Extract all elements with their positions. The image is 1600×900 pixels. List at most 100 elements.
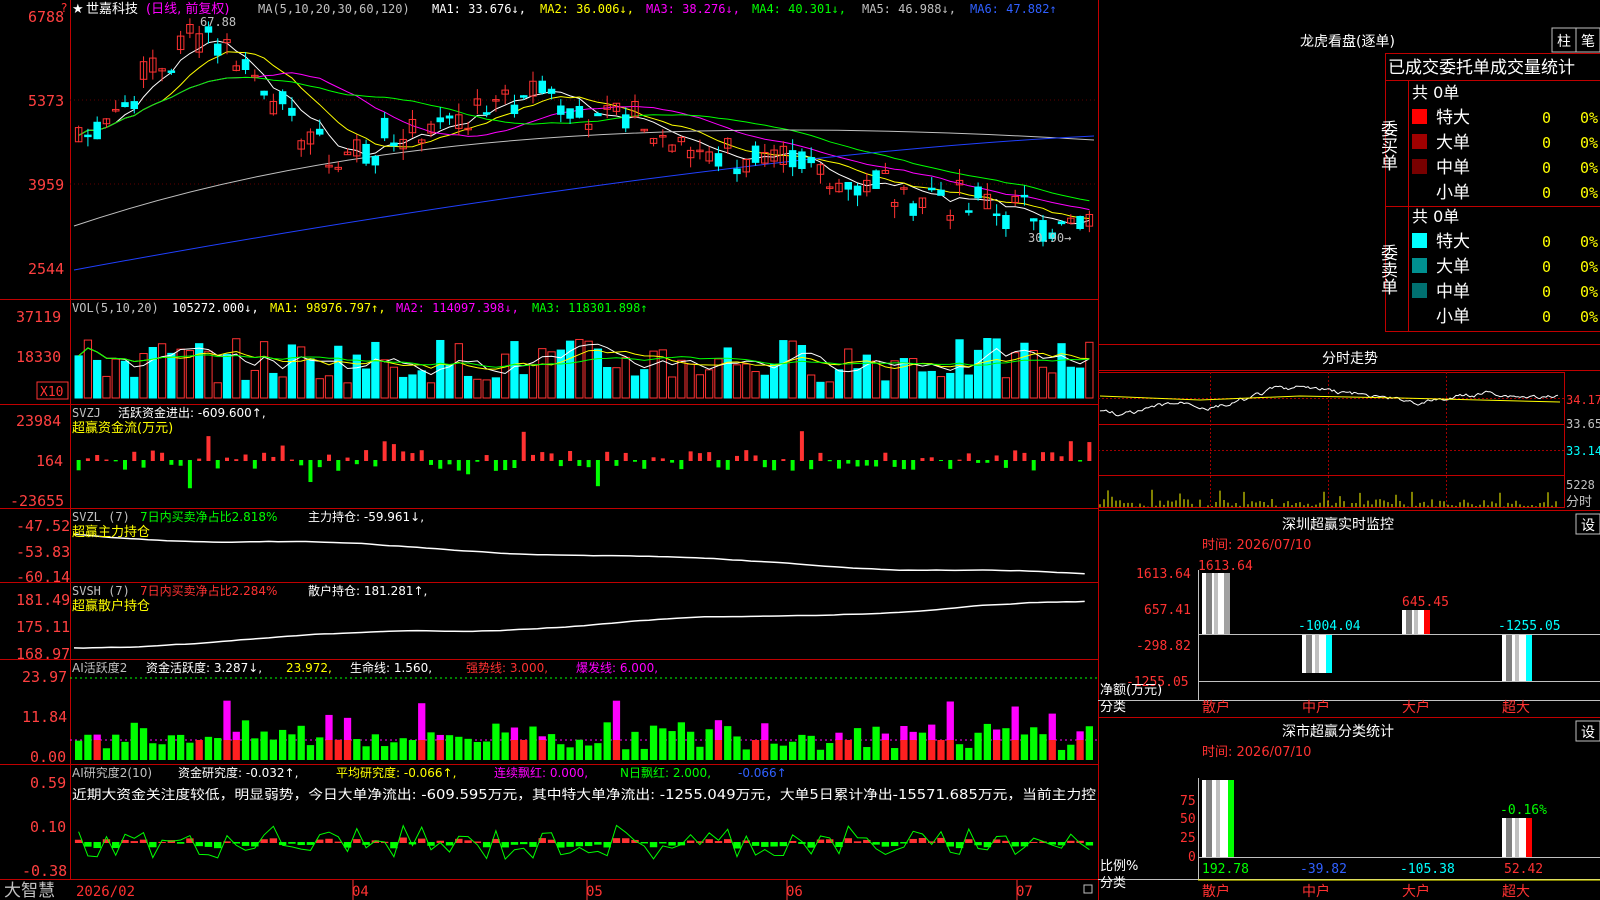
star-icon[interactable]: ★ [72, 2, 84, 17]
activity-bar [937, 740, 945, 760]
ai-active-v2: 23.972, [286, 661, 332, 675]
fund-flow-bar [401, 451, 406, 461]
fund-flow-bar [308, 460, 313, 483]
monitor-bar-value: -1004.04 [1298, 619, 1361, 634]
intraday-price-low: 33.14 [1566, 444, 1600, 458]
order-count: 0 [1542, 283, 1551, 301]
vol-axis-label: 37119 [16, 308, 61, 326]
research-bar [325, 838, 333, 843]
activity-bar [418, 703, 426, 740]
activity-bar [538, 740, 546, 760]
fund-flow-bar [512, 460, 517, 468]
volume-bar [250, 369, 259, 399]
fund-flow-bar [920, 458, 925, 461]
activity-bar [714, 740, 723, 760]
activity-bar [1002, 728, 1010, 760]
fund-flow-bar [892, 460, 897, 467]
ai-active-v3: 生命线: 1.560, [350, 660, 432, 675]
fund-flow-bar [901, 460, 906, 470]
monitor-category: 大户 [1402, 699, 1430, 716]
activity-bar [510, 727, 519, 740]
research-bar [112, 842, 120, 849]
volume-bar [964, 374, 973, 399]
intraday-price-mid: 33.65 [1566, 417, 1600, 431]
research-bar [241, 842, 250, 846]
price-axis: 6788 5373 3959 2544 [28, 8, 64, 278]
activity-bar [297, 725, 305, 760]
fund-flow-bar [410, 453, 415, 461]
period-label[interactable]: (日线, 前复权) [146, 1, 229, 17]
activity-bar [742, 749, 750, 760]
activity-bar [779, 745, 787, 760]
activity-bar [640, 748, 648, 760]
activity-bar [167, 735, 175, 760]
moving-average-lines [73, 40, 1095, 271]
research-bar [418, 838, 426, 843]
monitor-settings-label: 设 [1581, 518, 1595, 534]
question-mark-icon[interactable]: ? [61, 1, 67, 15]
research-bar [408, 842, 417, 845]
stock-name[interactable]: 世嘉科技 [86, 2, 138, 17]
fund-flow-bar [345, 457, 350, 461]
classify-title: 深市超赢分类统计 [1282, 723, 1394, 740]
volume-bar [844, 348, 853, 399]
activity-bar [84, 734, 92, 760]
monitor-bar-value: 1613.64 [1198, 559, 1253, 574]
candlestick [779, 141, 788, 173]
fund-flow-bars [76, 431, 1092, 489]
research-bar [881, 842, 890, 847]
activity-bar [158, 744, 166, 760]
candlestick [900, 185, 908, 195]
fund-flow-bar [799, 431, 804, 461]
classify-category: 散户 [1202, 883, 1230, 900]
volume-bar [1057, 343, 1066, 399]
candlestick [334, 161, 343, 173]
ma-line-120 [73, 135, 1095, 271]
fund-flow-bar [132, 451, 137, 461]
volume-bar [371, 341, 380, 399]
classify-y-label: 25 [1180, 831, 1196, 846]
activity-bar [520, 740, 528, 760]
monitor-bar [1202, 573, 1230, 634]
fund-flow-bar [762, 460, 767, 468]
sell-orders-label: 委卖单 [1377, 244, 1398, 295]
volume-bar [890, 360, 899, 399]
candlestick [297, 138, 305, 157]
color-swatch [1412, 308, 1427, 323]
volume-bars [74, 338, 1094, 399]
fund-flow-bar [1050, 452, 1055, 461]
order-size-label: 大单 [1436, 257, 1470, 277]
fund-flow-bar [827, 460, 832, 462]
lock-icon[interactable] [1083, 884, 1093, 894]
research-bar [74, 839, 83, 843]
fund-flow-bar [234, 459, 239, 461]
volume-bar [399, 376, 408, 399]
research-bar [770, 842, 778, 847]
svzj-subtitle: 超赢资金流(万元) [72, 420, 173, 436]
activity-bar [316, 737, 324, 760]
activity-bar [1048, 713, 1056, 740]
sell-row: 小单 0 0% [1412, 307, 1598, 327]
ai-active-axis: 23.97 11.84 0.00 [22, 668, 67, 766]
ai-activity-bars [70, 677, 1098, 760]
volume-bar [955, 339, 964, 399]
candlestick [390, 134, 398, 152]
activity-bar [269, 739, 277, 760]
activity-bar [844, 740, 852, 760]
activity-bar [1048, 740, 1056, 760]
activity-bar [631, 731, 639, 760]
candlestick [232, 60, 241, 72]
candlestick [1076, 215, 1084, 231]
activity-bar [325, 714, 333, 740]
classify-y-label: 50 [1180, 812, 1196, 827]
volume-bar [130, 376, 139, 399]
fund-flow-bar [818, 452, 823, 461]
activity-bar [993, 740, 1001, 760]
activity-bar [362, 746, 370, 760]
svzl-header: SVZL (7) 7日内买卖净占比2.818% 主力持仓: -59.961↓, … [72, 509, 424, 540]
fund-flow-bar [419, 450, 424, 461]
activity-bar [1020, 734, 1029, 760]
order-percent: 0% [1580, 233, 1598, 251]
monitor-bar-value: -1255.05 [1498, 619, 1561, 634]
vol-ma2: MA2: 114097.398↓, [396, 301, 519, 315]
